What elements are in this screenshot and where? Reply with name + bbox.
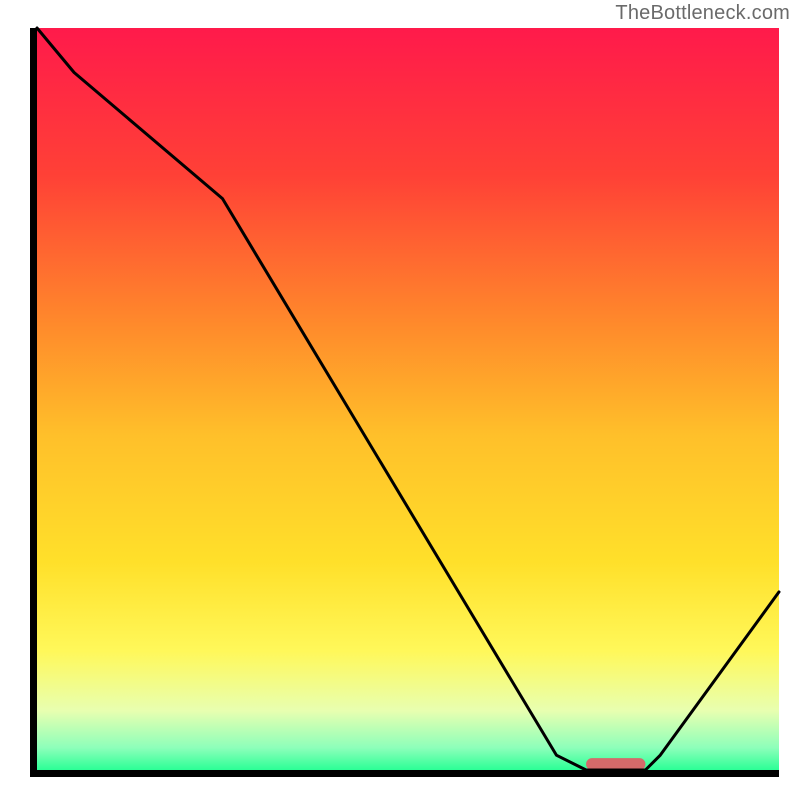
watermark-text: TheBottleneck.com	[615, 2, 790, 25]
chart-container: TheBottleneck.com	[0, 0, 800, 800]
plot-background	[37, 28, 779, 770]
y-axis	[30, 28, 37, 777]
bottleneck-chart	[0, 0, 800, 800]
optimal-marker	[586, 758, 645, 770]
x-axis	[30, 770, 779, 777]
